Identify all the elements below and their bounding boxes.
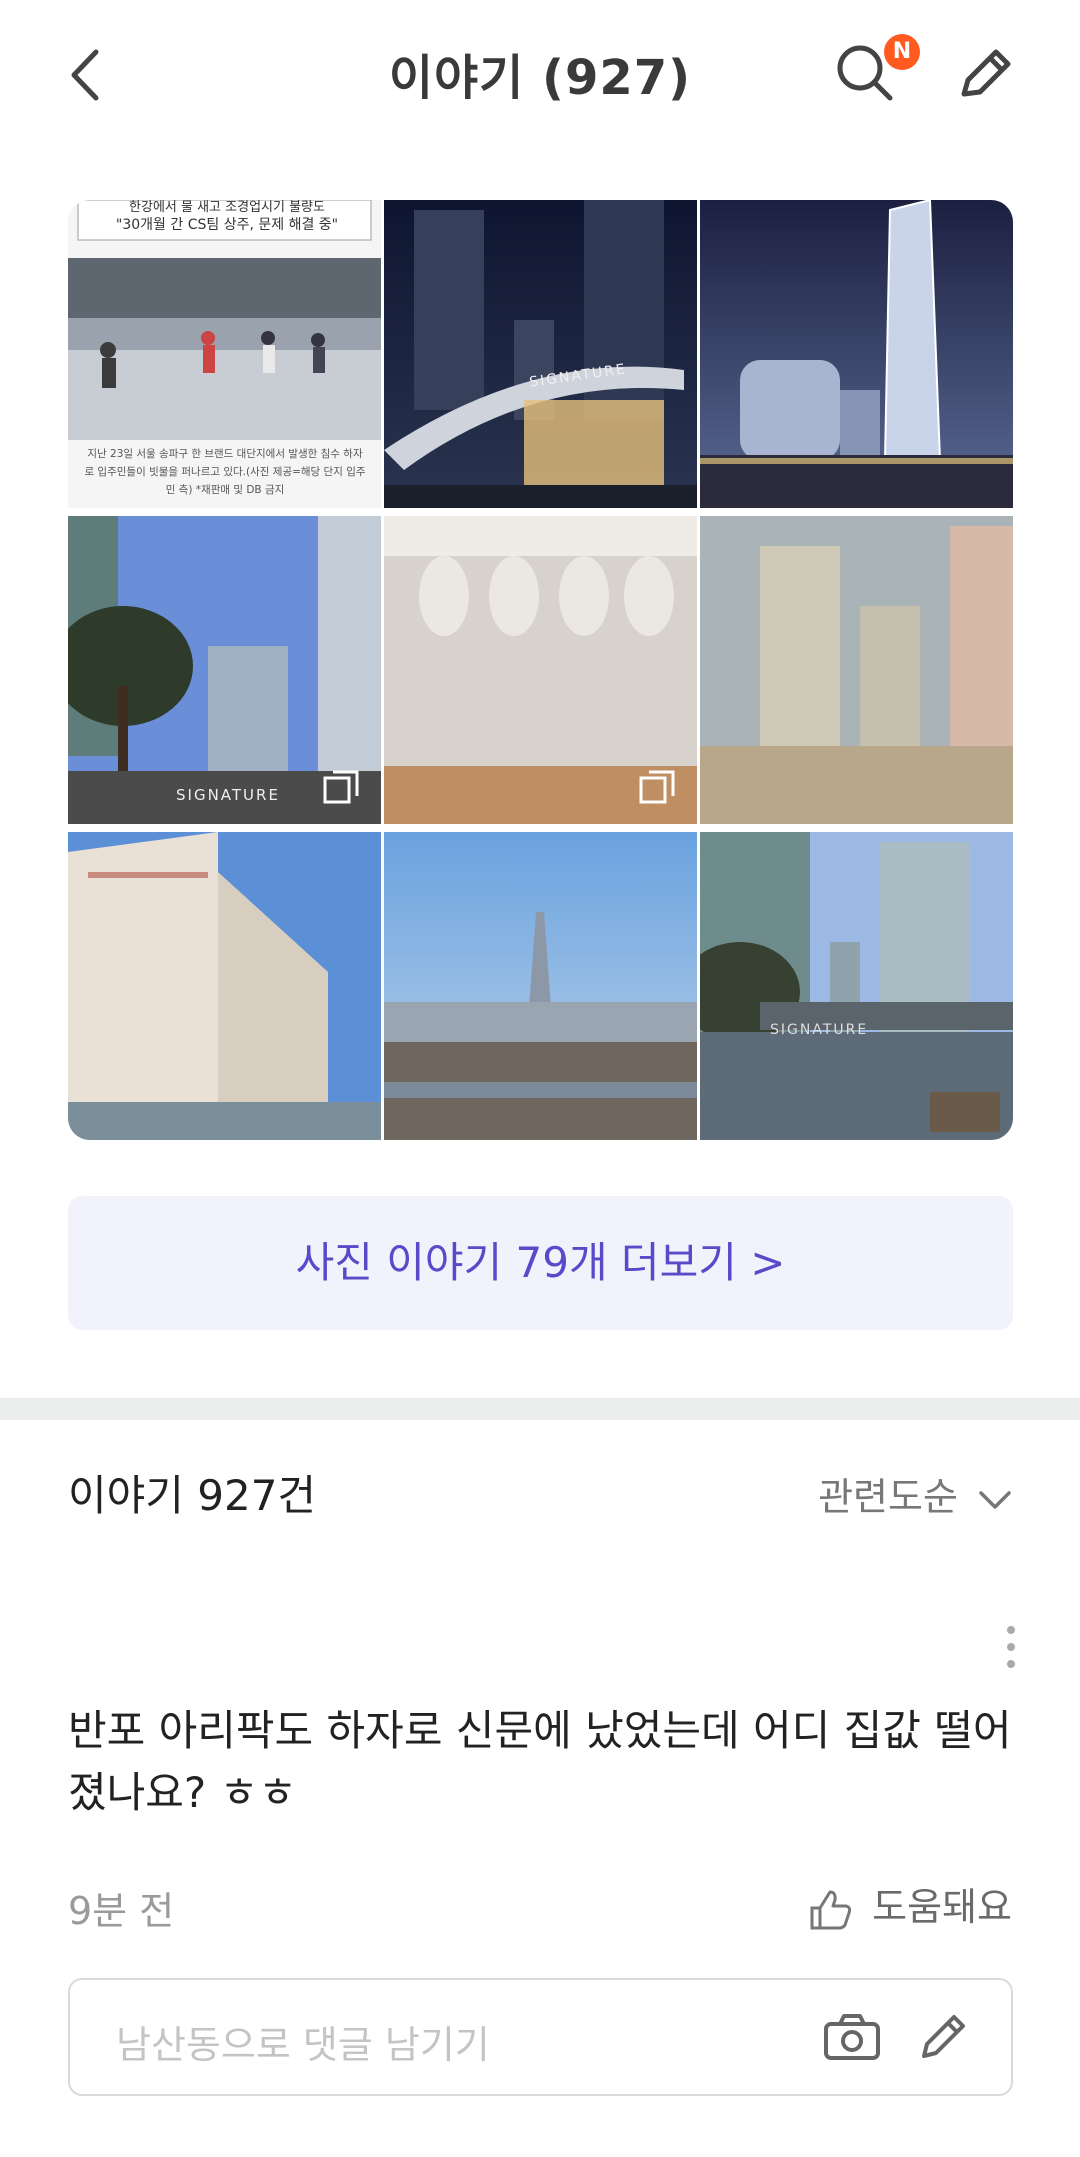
attach-photo-button[interactable] <box>822 2012 882 2062</box>
article-footer-2: 로 입주민들이 빗물을 퍼나르고 있다.(사진 제공=해당 단지 입주 <box>84 466 366 478</box>
app-header: 이야기 (927) N <box>0 0 1080 150</box>
tower-render-photo <box>700 200 1013 508</box>
chevron-down-icon <box>979 1490 1011 1509</box>
photo-thumbnail[interactable] <box>68 832 381 1140</box>
thumbs-up-icon <box>810 1890 852 1929</box>
post-more-menu-button[interactable] <box>996 1622 1026 1672</box>
helpful-label: 도움돼요 <box>872 1885 1012 1929</box>
more-photo-stories-button[interactable]: 사진 이야기 79개 더보기 > <box>68 1196 1013 1330</box>
photo-thumbnail[interactable]: 한강에서 물 새고 조경업시기 불량도 "30개월 간 CS팀 상주, 문제 해… <box>68 200 381 508</box>
write-button[interactable] <box>950 38 1020 108</box>
city-skyline-photo <box>384 832 697 1140</box>
post-timestamp: 9분 전 <box>68 1889 175 1933</box>
comment-placeholder: 남산동으로 댓글 남기기 <box>116 2023 490 2067</box>
signature-gate-night-photo <box>384 200 697 508</box>
apartment-window-photo <box>700 516 1013 824</box>
photo-thumbnail[interactable] <box>384 832 697 1140</box>
photo-thumbnail[interactable]: SIGNATURE <box>68 516 381 824</box>
article-headline-2: "30개월 간 CS팀 상주, 문제 해결 중" <box>115 217 339 233</box>
article-footer-1: 지난 23일 서울 송파구 한 브랜드 대단지에서 발생한 침수 하자 <box>87 448 363 460</box>
news-article-photo <box>68 200 381 508</box>
notification-badge: N <box>884 34 920 70</box>
sort-label: 관련도순 <box>818 1475 958 1519</box>
story-count: 이야기 927건 <box>68 1471 317 1520</box>
sort-dropdown[interactable]: 관련도순 <box>818 1466 1012 1521</box>
kebab-menu-icon <box>1007 1626 1015 1668</box>
photo-thumbnail[interactable]: SIGNATURE <box>700 832 1013 1140</box>
section-divider <box>0 1398 1080 1420</box>
pencil-icon <box>961 49 1011 97</box>
article-headline-1: 한강에서 물 새고 조경업시기 불량도 <box>129 200 325 215</box>
photo-thumbnail[interactable] <box>700 200 1013 508</box>
apartment-facade-photo <box>68 832 381 1140</box>
pencil-icon <box>922 2015 965 2058</box>
multiple-photos-icon <box>639 770 675 804</box>
post-content[interactable]: 반포 아리팍도 하자로 신문에 났었는데 어디 집값 떨어졌나요? ㅎㅎ <box>68 1700 1018 1824</box>
camera-icon <box>824 2014 880 2060</box>
gate-sign-text: SIGNATURE <box>770 1022 869 1038</box>
helpful-button[interactable]: 도움돼요 <box>808 1876 1012 1932</box>
comment-input[interactable]: 남산동으로 댓글 남기기 <box>68 1978 1013 2096</box>
photo-grid: 한강에서 물 새고 조경업시기 불량도 "30개월 간 CS팀 상주, 문제 해… <box>68 200 1013 1140</box>
gate-sign-text: SIGNATURE <box>176 786 280 804</box>
photo-thumbnail[interactable]: SIGNATURE <box>384 200 697 508</box>
photo-thumbnail[interactable] <box>700 516 1013 824</box>
write-comment-button[interactable] <box>916 2008 972 2064</box>
photo-thumbnail[interactable] <box>384 516 697 824</box>
multiple-photos-icon <box>323 770 359 804</box>
apartment-gate-day-photo <box>700 832 1013 1140</box>
article-footer-3: 민 측) *재판매 및 DB 금지 <box>165 484 285 496</box>
